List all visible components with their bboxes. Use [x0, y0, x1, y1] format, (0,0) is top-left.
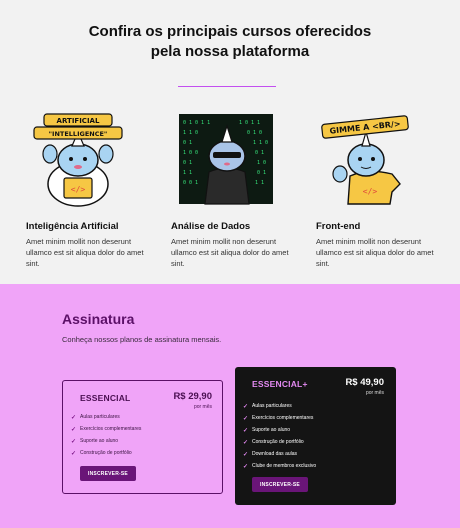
svg-text:1 1: 1 1 [183, 170, 192, 176]
svg-text:</>: </> [71, 185, 86, 194]
feature-item: ✓ Suporte ao aluno [71, 435, 141, 447]
svg-text:0 1: 0 1 [257, 170, 266, 176]
feature-label: Aulas particulares [252, 403, 292, 409]
feature-label: Download das aulas [252, 451, 298, 457]
feature-item: ✓ Clube de membros exclusivo [243, 460, 316, 472]
course-card-ai[interactable]: </> ARTIFICIAL "INTELLIGENCE" Inteligênc… [26, 112, 158, 269]
subscribe-button-essencial-plus[interactable]: INSCREVER-SE [252, 477, 308, 492]
courses-title-line2: pela nossa plataforma [150, 43, 310, 60]
check-icon: ✓ [71, 438, 77, 445]
svg-text:0 0 1: 0 0 1 [183, 180, 198, 186]
feature-label: Suporte ao aluno [80, 438, 119, 444]
feature-item: ✓ Download das aulas [243, 448, 316, 460]
plan-price: R$ 49,90 [345, 377, 384, 388]
svg-text:0 1: 0 1 [183, 140, 192, 146]
courses-title-line1: Confira os principais cursos oferecidos [88, 23, 372, 40]
feature-label: Suporte ao aluno [252, 427, 291, 433]
svg-text:1 0 1 1: 1 0 1 1 [239, 120, 260, 126]
svg-text:</>: </> [363, 187, 378, 196]
feature-label: Exercícios complementares [252, 415, 314, 421]
unicorn-ai-sticker-icon: </> ARTIFICIAL "INTELLIGENCE" [33, 113, 123, 207]
feature-item: ✓ Aulas particulares [243, 400, 316, 412]
sticker-text-ai-2: "INTELLIGENCE" [49, 130, 108, 138]
plan-name: ESSENCIAL [80, 393, 131, 403]
plan-period: por mês [193, 404, 212, 410]
feature-item: ✓ Aulas particulares [71, 411, 141, 423]
svg-text:1 1 0: 1 1 0 [253, 140, 268, 146]
sticker-text-ai-1: ARTIFICIAL [57, 117, 100, 125]
check-icon: ✓ [243, 427, 249, 434]
subscription-title: Assinatura [62, 311, 135, 327]
plan-card-essencial: ESSENCIAL R$ 29,90 por mês ✓ Aulas partic… [62, 380, 223, 494]
check-icon: ✓ [243, 403, 249, 410]
check-icon: ✓ [243, 415, 249, 422]
svg-text:0 1 0 1 1: 0 1 0 1 1 [183, 120, 210, 126]
subscription-subtitle: Conheça nossos planos de assinatura mens… [62, 335, 222, 344]
feature-list: ✓ Aulas particulares ✓ Exercícios compleme… [243, 400, 316, 472]
check-icon: ✓ [71, 426, 77, 433]
course-name: Front-end [316, 221, 361, 232]
plan-name: ESSENCIAL+ [252, 379, 308, 389]
title-underline [178, 86, 276, 87]
check-icon: ✓ [71, 414, 77, 421]
course-name: Inteligência Artificial [26, 221, 119, 232]
feature-list: ✓ Aulas particulares ✓ Exercícios compleme… [71, 411, 141, 459]
subscribe-button-essencial[interactable]: INSCREVER-SE [80, 466, 136, 481]
svg-text:1 0 0: 1 0 0 [183, 150, 198, 156]
plan-period: por mês [365, 390, 384, 396]
feature-label: Aulas particulares [80, 414, 120, 420]
feature-label: Exercícios complementares [80, 426, 142, 432]
feature-item: ✓ Exercícios complementares [243, 412, 316, 424]
plan-price: R$ 29,90 [173, 391, 212, 402]
course-card-data[interactable]: 0 1 0 1 1 1 0 1 1 1 1 0 0 1 0 0 1 1 1 0 1 0… [171, 112, 303, 269]
svg-text:0 1: 0 1 [183, 160, 192, 166]
course-description: Amet minim mollit non deserunt ullamco e… [26, 237, 144, 268]
page: Confira os principais cursos oferecidos … [0, 0, 460, 528]
course-description: Amet minim mollit non deserunt ullamco e… [171, 237, 289, 268]
feature-item: ✓ Construção de portfólio [243, 436, 316, 448]
feature-label: Construção de portfólio [252, 439, 304, 445]
feature-item: ✓ Construção de portfólio [71, 447, 141, 459]
unicorn-matrix-sticker-icon: 0 1 0 1 1 1 0 1 1 1 1 0 0 1 0 0 1 1 1 0 1 0… [179, 114, 273, 205]
svg-text:1 1: 1 1 [255, 180, 264, 186]
svg-text:0 1 0: 0 1 0 [247, 130, 262, 136]
check-icon: ✓ [243, 439, 249, 446]
check-icon: ✓ [243, 451, 249, 458]
courses-section: Confira os principais cursos oferecidos … [0, 0, 460, 284]
unicorn-frontend-sticker-icon: </> GIMME A <BR/> [321, 115, 409, 205]
course-card-frontend[interactable]: </> GIMME A <BR/> Front-end Amet minim m… [316, 112, 448, 269]
course-description: Amet minim mollit non deserunt ullamco e… [316, 237, 434, 268]
feature-label: Construção de portfólio [80, 450, 132, 456]
plan-card-essencial-plus: ESSENCIAL+ R$ 49,90 por mês ✓ Aulas parti… [235, 367, 396, 505]
feature-label: Clube de membros exclusivo [252, 463, 317, 469]
svg-text:0 1: 0 1 [255, 150, 264, 156]
subscription-section: Assinatura Conheça nossos planos de assi… [0, 284, 460, 528]
svg-text:1 1 0: 1 1 0 [183, 130, 198, 136]
feature-item: ✓ Suporte ao aluno [243, 424, 316, 436]
check-icon: ✓ [71, 450, 77, 457]
course-name: Análise de Dados [171, 221, 251, 232]
check-icon: ✓ [243, 463, 249, 470]
feature-item: ✓ Exercícios complementares [71, 423, 141, 435]
courses-title: Confira os principais cursos oferecidos … [0, 22, 460, 62]
svg-text:1 0: 1 0 [257, 160, 266, 166]
